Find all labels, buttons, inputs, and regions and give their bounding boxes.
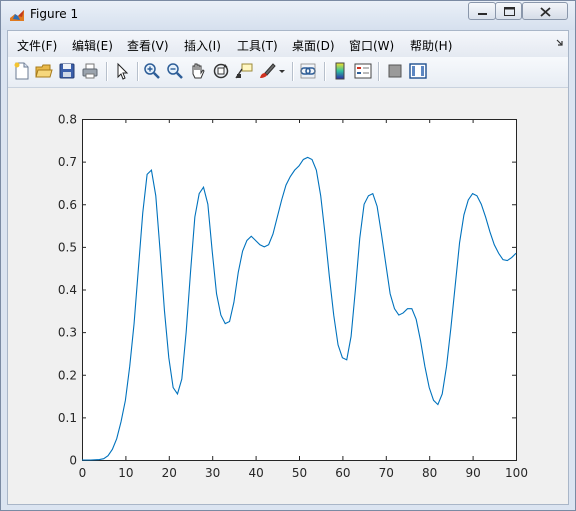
- x-tick-label: 90: [465, 466, 480, 480]
- x-tick-label: 80: [422, 466, 437, 480]
- show-plot-tools-icon: [409, 63, 427, 79]
- brush-icon: [260, 63, 276, 78]
- y-tick-label: 0.7: [58, 155, 77, 169]
- matlab-figure-icon: [9, 7, 25, 23]
- open-file-icon: [35, 64, 53, 78]
- menu-insert[interactable]: 插入(I): [184, 37, 221, 54]
- rotate-3d-button[interactable]: [211, 61, 231, 81]
- minimize-icon: [478, 13, 487, 15]
- zoom-in-icon: [144, 63, 160, 79]
- window-title: Figure 1: [30, 7, 79, 21]
- menu-bar: 文件(F) 编辑(E) 查看(V) 插入(I) 工具(T) 桌面(D) 窗口(W…: [8, 31, 568, 57]
- y-tick-label: 0.1: [58, 411, 77, 425]
- link-plot-button[interactable]: [298, 61, 318, 81]
- hide-plot-tools-button[interactable]: [385, 61, 405, 81]
- pan-button[interactable]: [188, 61, 208, 81]
- toolbar-separator: [324, 62, 326, 81]
- y-tick-label: 0.3: [58, 326, 77, 340]
- title-bar[interactable]: Figure 1: [1, 1, 575, 30]
- print-icon: [82, 63, 98, 79]
- maximize-icon: [504, 7, 515, 16]
- new-figure-button[interactable]: [12, 61, 32, 81]
- y-tick-label: 0: [69, 454, 77, 468]
- close-button[interactable]: [522, 2, 568, 20]
- close-icon: [540, 7, 551, 17]
- insert-legend-button[interactable]: [353, 61, 373, 81]
- save-button[interactable]: [57, 61, 77, 81]
- insert-colorbar-icon: [335, 62, 345, 80]
- figure-toolbar: [8, 57, 568, 88]
- x-tick-label: 100: [505, 466, 528, 480]
- link-plot-icon: [300, 63, 316, 79]
- edit-plot-arrow-icon: [117, 62, 129, 80]
- x-tick-label: 60: [335, 466, 350, 480]
- menu-edit[interactable]: 编辑(E): [72, 37, 113, 54]
- minimize-button[interactable]: [468, 2, 496, 20]
- menu-view[interactable]: 查看(V): [127, 37, 169, 54]
- x-tick-label: 50: [292, 466, 307, 480]
- maximize-button[interactable]: [495, 2, 522, 20]
- print-button[interactable]: [80, 61, 100, 81]
- x-tick-label: 40: [248, 466, 263, 480]
- figure-window: Figure 1 文件(F) 编辑(E) 查看(V) 插入(I) 工具(T) 桌…: [0, 0, 576, 511]
- zoom-in-button[interactable]: [142, 61, 162, 81]
- pan-hand-icon: [192, 63, 205, 79]
- x-tick-label: 70: [379, 466, 394, 480]
- menu-desktop[interactable]: 桌面(D): [292, 37, 335, 54]
- figure-client-area: 文件(F) 编辑(E) 查看(V) 插入(I) 工具(T) 桌面(D) 窗口(W…: [7, 30, 569, 505]
- menu-window[interactable]: 窗口(W): [349, 37, 394, 54]
- y-tick-label: 0.5: [58, 240, 77, 254]
- x-tick-label: 10: [118, 466, 133, 480]
- zoom-out-icon: [167, 63, 183, 79]
- toolbar-separator: [106, 62, 108, 81]
- hide-plot-tools-icon: [388, 64, 402, 78]
- dock-arrow-icon[interactable]: [556, 39, 564, 47]
- brush-button[interactable]: [257, 61, 277, 81]
- brush-dropdown-button[interactable]: [278, 61, 286, 81]
- data-cursor-icon: [235, 63, 253, 79]
- menu-file[interactable]: 文件(F): [17, 37, 57, 54]
- zoom-out-button[interactable]: [165, 61, 185, 81]
- insert-legend-icon: [354, 63, 372, 79]
- axes-box[interactable]: [82, 119, 517, 461]
- data-cursor-button[interactable]: [234, 61, 254, 81]
- new-figure-icon: [14, 62, 29, 80]
- toolbar-separator: [292, 62, 294, 81]
- insert-colorbar-button[interactable]: [330, 61, 350, 81]
- show-plot-tools-button[interactable]: [408, 61, 428, 81]
- x-tick-label: 30: [205, 466, 220, 480]
- menu-tools[interactable]: 工具(T): [237, 37, 278, 54]
- toolbar-separator: [137, 62, 139, 81]
- open-file-button[interactable]: [34, 61, 54, 81]
- rotate-3d-icon: [213, 63, 229, 79]
- x-tick-label: 20: [162, 466, 177, 480]
- y-tick-label: 0.2: [58, 368, 77, 382]
- menu-help[interactable]: 帮助(H): [410, 37, 452, 54]
- x-tick-label: 0: [79, 466, 87, 480]
- edit-plot-button[interactable]: [112, 61, 132, 81]
- y-tick-label: 0.6: [58, 198, 77, 212]
- brush-dropdown-icon: [279, 70, 285, 73]
- toolbar-separator: [378, 62, 380, 81]
- y-tick-label: 0.4: [58, 283, 77, 297]
- figure-canvas: 0 10 20 30 40 50 60 70 80 90 100 0 0.1 0.2 0.3 0.4 0.5 0…: [8, 88, 568, 504]
- plot-svg: 0 10 20 30 40 50 60 70 80 90 100 0 0.1 0.2 0.3 0.4 0.5 0…: [58, 113, 528, 481]
- y-tick-label: 0.8: [58, 113, 77, 127]
- save-icon: [59, 63, 75, 79]
